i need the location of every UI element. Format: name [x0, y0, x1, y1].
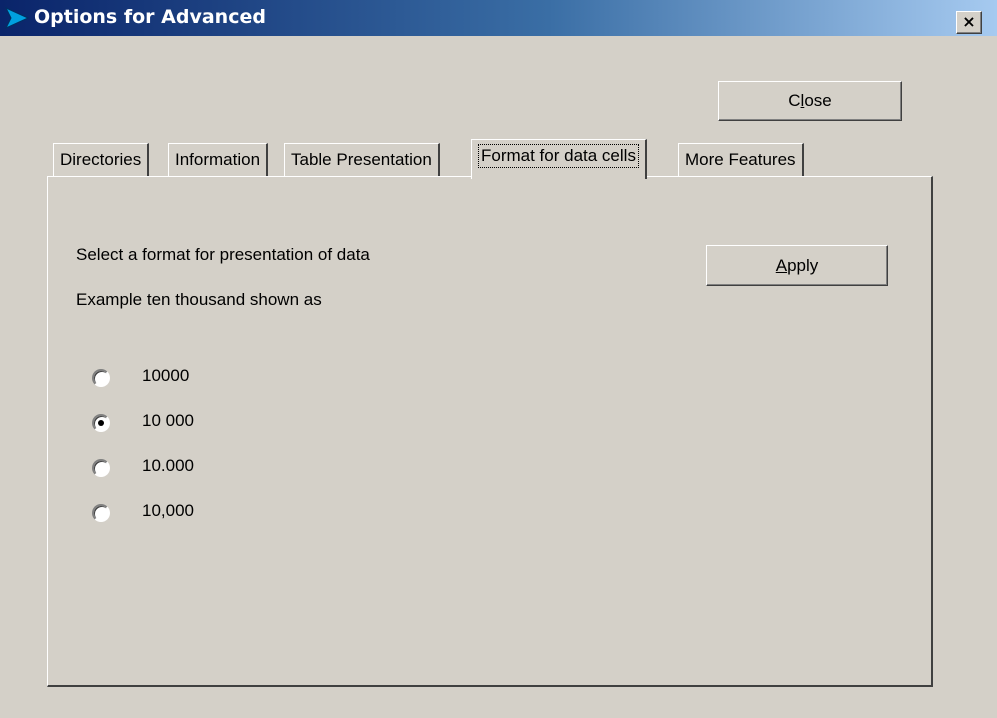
tab-label: More Features [685, 150, 796, 169]
close-button[interactable]: Close [718, 81, 902, 121]
apply-button-label-post: pply [787, 256, 819, 275]
tab-information[interactable]: Information [168, 143, 269, 177]
format-option-label: 10000 [142, 366, 190, 385]
radio-button[interactable] [92, 369, 110, 387]
instruction-label: Select a format for presentation of data [76, 245, 370, 264]
apply-button-accel: A [775, 256, 788, 275]
tab-directories[interactable]: Directories [53, 143, 150, 177]
radio-button[interactable] [92, 504, 110, 522]
format-option-label: 10.000 [142, 456, 194, 475]
tab-label: Table Presentation [291, 150, 432, 169]
radio-button[interactable] [92, 459, 110, 477]
format-option-label: 10 000 [142, 411, 194, 430]
tab-label: Format for data cells [478, 144, 639, 168]
tab-label: Directories [60, 150, 142, 169]
radio-dot-icon [98, 420, 104, 426]
tab-label: Information [175, 150, 261, 169]
window-title: Options for Advanced [34, 6, 266, 28]
example-label: Example ten thousand shown as [76, 290, 322, 309]
apply-button[interactable]: Apply [706, 245, 888, 286]
tab-format-for-data-cells[interactable]: Format for data cells [471, 139, 647, 179]
title-bar[interactable]: Options for Advanced [0, 0, 997, 36]
format-option-label: 10,000 [142, 501, 194, 520]
close-button-label-post: ose [804, 91, 832, 110]
tab-more-features[interactable]: More Features [678, 143, 804, 177]
tab-table-presentation[interactable]: Table Presentation [284, 143, 440, 177]
radio-button-selected[interactable] [92, 414, 110, 432]
app-arrow-icon [4, 6, 30, 30]
close-button-label-pre: C [788, 91, 801, 110]
window-close-icon[interactable]: × [956, 11, 982, 34]
